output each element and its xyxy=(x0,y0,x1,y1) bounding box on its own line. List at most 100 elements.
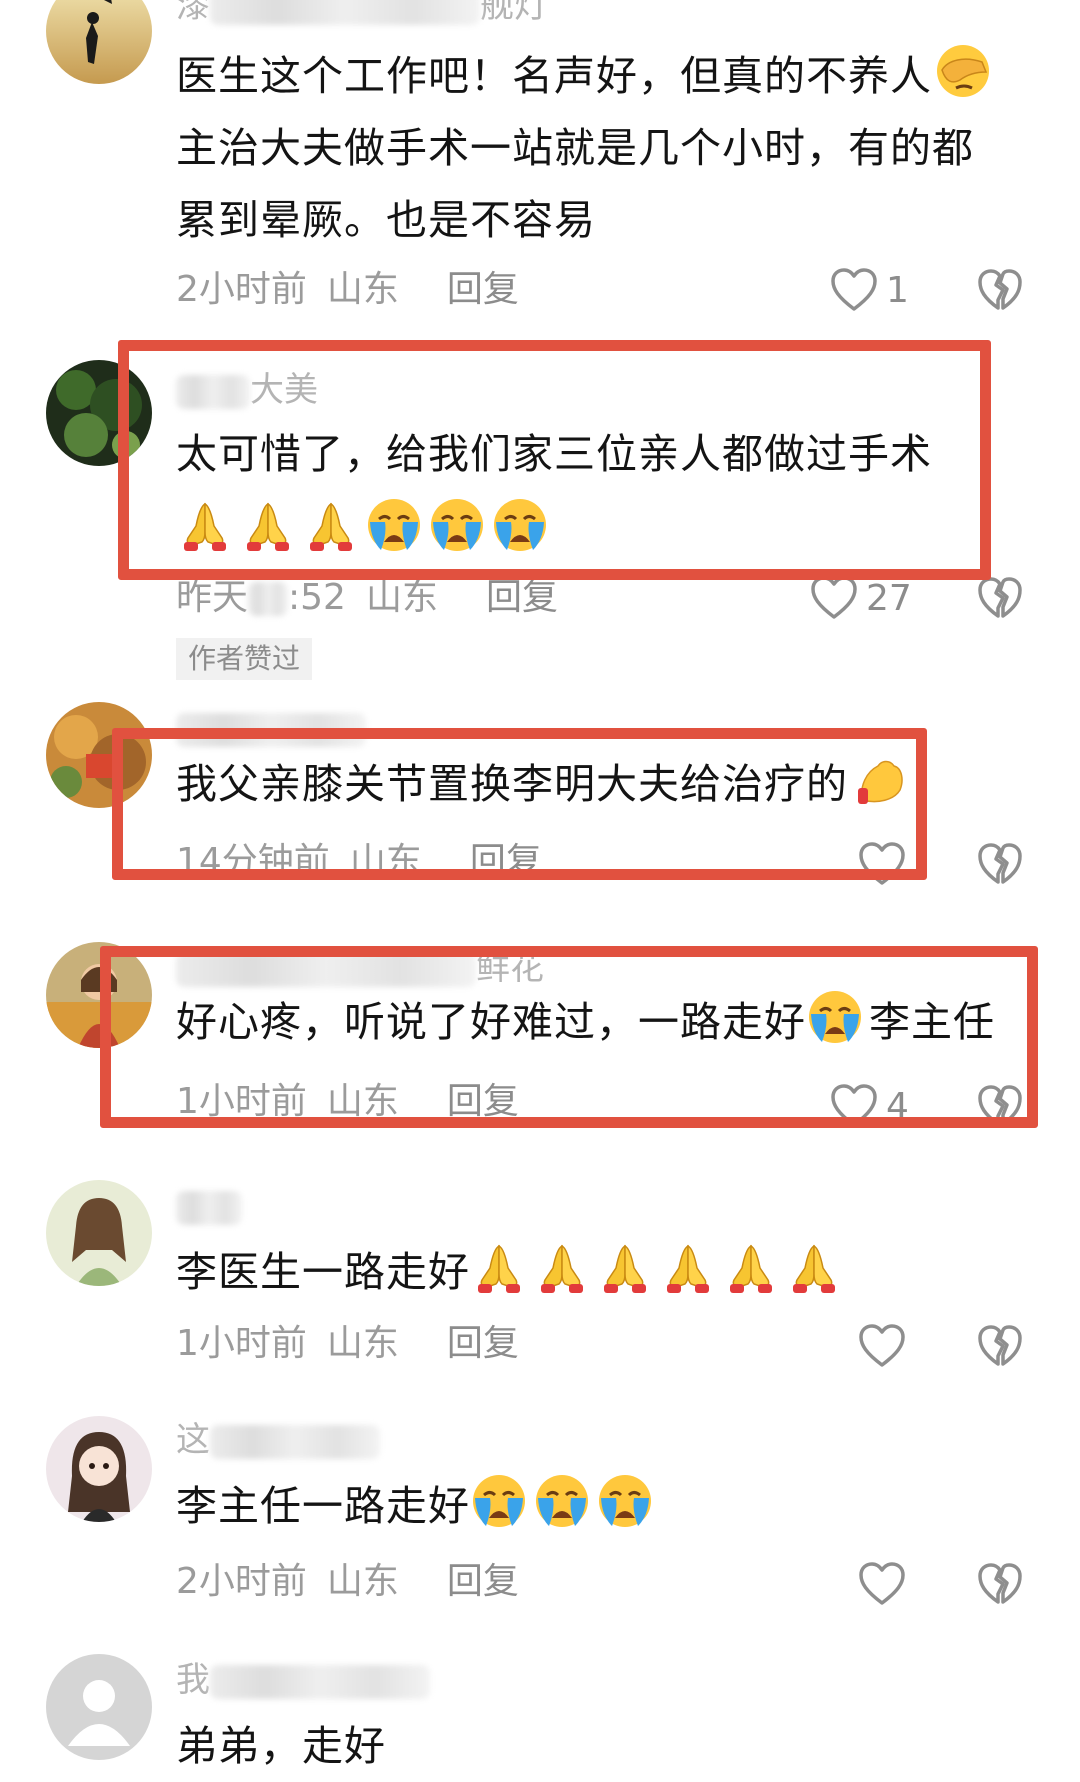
timestamp: 昨天 xyxy=(176,577,249,618)
comment-line: 医生这个工作吧！名声好，但真的不养人 xyxy=(176,52,932,100)
like-button[interactable]: 1 xyxy=(830,264,909,316)
page-mask xyxy=(0,1128,1080,1150)
timestamp: 2小时前 xyxy=(176,269,307,310)
loudly-crying-emoji-icon xyxy=(596,1472,654,1530)
broken-heart-icon[interactable] xyxy=(976,1082,1024,1130)
like-button[interactable]: 27 xyxy=(810,572,912,624)
reply-button[interactable]: 回复 xyxy=(447,1081,519,1122)
username[interactable] xyxy=(176,706,366,750)
avatar[interactable] xyxy=(46,942,152,1048)
username-visible: 我 xyxy=(176,1660,210,1700)
broken-heart-icon[interactable] xyxy=(976,840,1024,888)
timestamp: 1小时前 xyxy=(176,1323,307,1364)
loudly-crying-emoji-icon xyxy=(806,988,864,1046)
avatar[interactable] xyxy=(46,0,152,84)
comment-line: 弟弟，走好 xyxy=(176,1722,386,1770)
folded-hands-emoji-icon xyxy=(239,496,297,554)
comment-line: 李主任 xyxy=(869,998,995,1046)
comment-meta: 2小时前 山东 回复 xyxy=(176,266,539,314)
comment-line: 我父亲膝关节置换李明大夫给治疗的 xyxy=(176,760,848,808)
folded-hands-emoji-icon xyxy=(596,1238,654,1296)
username-suffix: 舰灯 xyxy=(480,0,548,26)
reply-button[interactable]: 回复 xyxy=(447,269,519,310)
author-liked-badge: 作者赞过 xyxy=(176,638,313,680)
emoji-line xyxy=(176,494,932,566)
comment-text: 太可惜了，给我们家三位亲人都做过手术 xyxy=(176,418,932,566)
location: 山东 xyxy=(326,269,399,310)
comment-meta: 14分钟前 山东 回复 xyxy=(176,838,562,886)
broken-heart-icon[interactable] xyxy=(976,1560,1024,1608)
loudly-crying-emoji-icon xyxy=(533,1472,591,1530)
like-button[interactable] xyxy=(858,1320,914,1372)
folded-hands-emoji-icon xyxy=(302,496,360,554)
comment-line: 李医生一路走好 xyxy=(176,1248,470,1296)
avatar[interactable] xyxy=(46,1654,152,1760)
avatar[interactable] xyxy=(46,1416,152,1522)
comment-text: 好心疼，听说了好难过，一路走好 李主任 xyxy=(176,986,995,1058)
comment-item: 李医生一路走好 1小时前 山东 回复 xyxy=(0,1150,1080,1390)
like-button[interactable] xyxy=(858,1558,914,1610)
location: 山东 xyxy=(326,1323,399,1364)
comment-meta: 1小时前 山东 回复 xyxy=(176,1078,539,1126)
username[interactable]: 大美 xyxy=(176,368,318,412)
folded-hands-emoji-icon xyxy=(785,1238,843,1296)
avatar[interactable] xyxy=(46,360,152,466)
username[interactable]: 漆 舰灯 xyxy=(176,0,548,28)
username-suffix: 鲜花 xyxy=(476,948,544,988)
heart-outline-icon xyxy=(830,267,878,313)
comment-text: 医生这个工作吧！名声好，但真的不养人 主治大夫做手术一站就是几个小时，有的都 累… xyxy=(176,40,997,256)
broken-heart-icon[interactable] xyxy=(976,266,1024,314)
username[interactable]: 我 xyxy=(176,1658,430,1702)
timestamp: 1小时前 xyxy=(176,1081,307,1122)
heart-outline-icon xyxy=(858,841,906,887)
broken-heart-icon[interactable] xyxy=(976,1322,1024,1370)
folded-hands-emoji-icon xyxy=(533,1238,591,1296)
comment-line: 太可惜了，给我们家三位亲人都做过手术 xyxy=(176,430,932,478)
facepalm-emoji-icon xyxy=(934,42,992,100)
username-visible: 漆 xyxy=(176,0,210,26)
comment-item: 鲜花 好心疼，听说了好难过，一路走好 李主任 1小时前 山东 回复 4 xyxy=(0,920,1080,1150)
folded-hands-emoji-icon xyxy=(176,496,234,554)
comment-text: 我父亲膝关节置换李明大夫给治疗的 xyxy=(176,748,915,820)
comment-item: 大美 太可惜了，给我们家三位亲人都做过手术 昨天 :52 山东 回复 27 作者赞过 xyxy=(0,330,1080,690)
loudly-crying-emoji-icon xyxy=(365,496,423,554)
heart-outline-icon xyxy=(830,1083,878,1129)
username[interactable]: 鲜花 xyxy=(176,946,544,990)
reply-button[interactable]: 回复 xyxy=(486,577,558,618)
comment-item: 这 李主任一路走好 2小时前 山东 回复 xyxy=(0,1390,1080,1630)
like-button[interactable] xyxy=(858,838,914,890)
comment-item: 我父亲膝关节置换李明大夫给治疗的 14分钟前 山东 回复 xyxy=(0,690,1080,920)
avatar[interactable] xyxy=(46,702,152,808)
like-count: 1 xyxy=(886,269,909,311)
comment-meta: 1小时前 山东 回复 xyxy=(176,1320,539,1368)
heart-outline-icon xyxy=(858,1323,906,1369)
folded-hands-emoji-icon xyxy=(722,1238,780,1296)
username[interactable] xyxy=(176,1184,242,1228)
location: 山东 xyxy=(349,841,422,882)
like-count: 4 xyxy=(886,1085,909,1127)
location: 山东 xyxy=(365,577,438,618)
comment-line: 主治大夫做手术一站就是几个小时，有的都 xyxy=(176,124,974,172)
comment-text: 李医生一路走好 xyxy=(176,1236,848,1308)
heart-outline-icon xyxy=(810,575,858,621)
reply-button[interactable]: 回复 xyxy=(470,841,542,882)
timestamp-suffix: :52 xyxy=(288,577,346,618)
username-suffix: 大美 xyxy=(250,370,318,410)
comment-meta: 昨天 :52 山东 回复 xyxy=(176,574,578,622)
username[interactable]: 这 xyxy=(176,1418,380,1462)
loudly-crying-emoji-icon xyxy=(491,496,549,554)
reply-button[interactable]: 回复 xyxy=(447,1561,519,1602)
loudly-crying-emoji-icon xyxy=(470,1472,528,1530)
flexed-biceps-emoji-icon xyxy=(852,750,910,808)
broken-heart-icon[interactable] xyxy=(976,574,1024,622)
loudly-crying-emoji-icon xyxy=(428,496,486,554)
comment-line: 累到晕厥。也是不容易 xyxy=(176,196,596,244)
location: 山东 xyxy=(326,1561,399,1602)
avatar[interactable] xyxy=(46,1180,152,1286)
comment-line: 好心疼，听说了好难过，一路走好 xyxy=(176,998,806,1046)
reply-button[interactable]: 回复 xyxy=(447,1323,519,1364)
username-visible: 这 xyxy=(176,1420,210,1460)
comment-item: 漆 舰灯 医生这个工作吧！名声好，但真的不养人 主治大夫做手术一站就是几个小时，有… xyxy=(0,0,1080,330)
like-button[interactable]: 4 xyxy=(830,1080,909,1132)
timestamp: 14分钟前 xyxy=(176,841,330,882)
